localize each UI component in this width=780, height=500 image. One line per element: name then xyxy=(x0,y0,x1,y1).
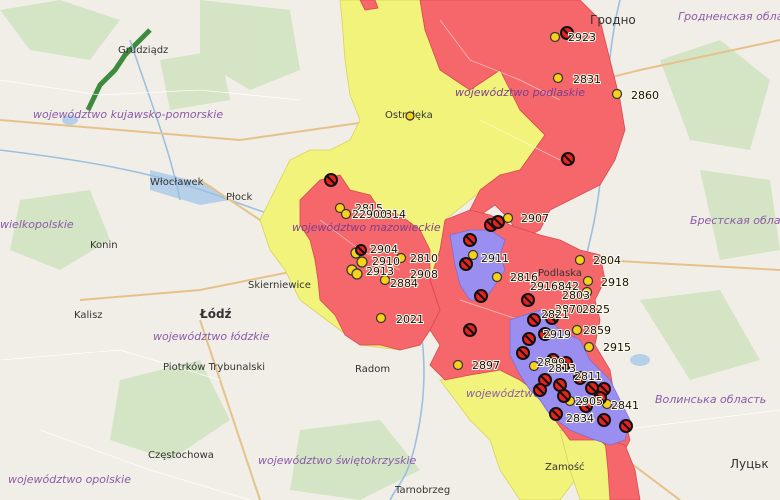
map-marker-yellow[interactable] xyxy=(552,72,564,84)
map-marker-yellow[interactable] xyxy=(574,254,586,266)
city-radom: Radom xyxy=(355,364,390,375)
region-kujawsko: województwo kujawsko-pomorskie xyxy=(33,108,223,121)
city-czestochowa: Częstochowa xyxy=(148,450,214,461)
city-wloclawek: Włocławek xyxy=(150,177,204,188)
map-marker-red[interactable] xyxy=(561,152,575,166)
city-skierniewice: Skierniewice xyxy=(248,280,311,291)
map-marker-yellow[interactable] xyxy=(467,249,479,261)
marker-label: 2911 xyxy=(481,252,509,265)
map-marker-yellow[interactable] xyxy=(549,31,561,43)
marker-label: 22900 xyxy=(352,208,387,221)
city-tarnobrzeg: Tarnobrzeg xyxy=(394,485,450,496)
marker-label: 2813 xyxy=(548,362,576,375)
region-lubelskie: województwo xyxy=(466,387,540,400)
map-marker-red[interactable] xyxy=(619,419,633,433)
city-lutsk: Луцьк xyxy=(730,457,769,471)
map-marker-red[interactable] xyxy=(521,293,535,307)
marker-label: 2803 xyxy=(562,289,590,302)
map-marker-yellow[interactable] xyxy=(452,359,464,371)
region-lodzkie: województwo łódzkie xyxy=(153,330,270,343)
region-brestskaya: Брестская обла xyxy=(690,214,780,227)
map-marker-yellow[interactable] xyxy=(351,268,363,280)
city-plock: Płock xyxy=(226,192,252,203)
region-mazowieckie: województwo mazowieckie xyxy=(292,221,441,234)
marker-label: 2811 xyxy=(574,370,602,383)
marker-label: 2825 xyxy=(582,303,610,316)
marker-label: 2821 xyxy=(541,308,569,321)
region-podlaskie: województwo podlaskie xyxy=(455,86,585,99)
map-marker-red[interactable] xyxy=(491,215,505,229)
map-marker-yellow[interactable] xyxy=(611,88,623,100)
region-opolskie: województwo opolskie xyxy=(8,473,131,486)
city-podlaska: Podlaska xyxy=(538,268,582,279)
city-konin: Konin xyxy=(90,240,118,251)
map-marker-red[interactable] xyxy=(463,233,477,247)
map-marker-red[interactable] xyxy=(597,413,611,427)
map-marker-yellow[interactable] xyxy=(375,312,387,324)
marker-label: 2897 xyxy=(472,359,500,372)
marker-label: 2915 xyxy=(603,341,631,354)
map-marker-red[interactable] xyxy=(516,346,530,360)
marker-label: 2831 xyxy=(573,73,601,86)
map-marker-yellow[interactable] xyxy=(583,341,595,353)
city-piotrkow: Piotrków Trybunalski xyxy=(163,361,265,373)
map-marker-red[interactable] xyxy=(557,389,571,403)
marker-label: 2810 xyxy=(410,252,438,265)
city-grudziadz: Grudziądz xyxy=(118,45,168,56)
marker-label: 2918 xyxy=(601,276,629,289)
marker-label: 2021 xyxy=(396,313,424,326)
marker-label: 2804 xyxy=(593,254,621,267)
region-grodnenskaya: Гродненская облас xyxy=(678,10,780,23)
map-marker-yellow[interactable] xyxy=(340,208,352,220)
region-swietokrzyskie: województwo świętokrzyskie xyxy=(258,454,416,467)
marker-label: 2905 xyxy=(575,395,603,408)
city-grodno: Гродно xyxy=(590,13,636,27)
map-marker-red[interactable] xyxy=(459,257,473,271)
region-volynska: Волинська область xyxy=(655,393,766,406)
city-lodz: Łódź xyxy=(199,307,232,321)
marker-label: 2907 xyxy=(521,212,549,225)
map-marker-yellow[interactable] xyxy=(571,324,583,336)
map-marker-red[interactable] xyxy=(533,383,547,397)
city-zamosc: Zamość xyxy=(545,461,585,473)
marker-label: 2884 xyxy=(390,277,418,290)
city-kalisz: Kalisz xyxy=(74,310,103,321)
map-marker-yellow[interactable] xyxy=(491,271,503,283)
map-marker-red[interactable] xyxy=(463,323,477,337)
map-canvas[interactable]: Grudziądz Ostrołęka Włocławek Płock Koni… xyxy=(0,0,780,500)
map-marker-red[interactable] xyxy=(527,313,541,327)
map-marker-yellow[interactable] xyxy=(582,275,594,287)
map-marker-yellow[interactable] xyxy=(405,111,415,121)
map-marker-red[interactable] xyxy=(549,407,563,421)
marker-label: 2834 xyxy=(566,412,594,425)
map-marker-red[interactable] xyxy=(474,289,488,303)
map-view[interactable]: Grudziądz Ostrołęka Włocławek Płock Koni… xyxy=(0,0,780,500)
marker-label: 2859 xyxy=(583,324,611,337)
marker-label: 2860 xyxy=(631,89,659,102)
marker-label: 2923 xyxy=(568,31,596,44)
map-marker-red[interactable] xyxy=(324,173,338,187)
marker-label: 2841 xyxy=(611,399,639,412)
region-wielkopolskie: wielkopolskie xyxy=(0,218,74,231)
map-marker-red[interactable] xyxy=(355,244,367,256)
map-marker-red[interactable] xyxy=(522,332,536,346)
marker-label: 2919 xyxy=(543,328,571,341)
